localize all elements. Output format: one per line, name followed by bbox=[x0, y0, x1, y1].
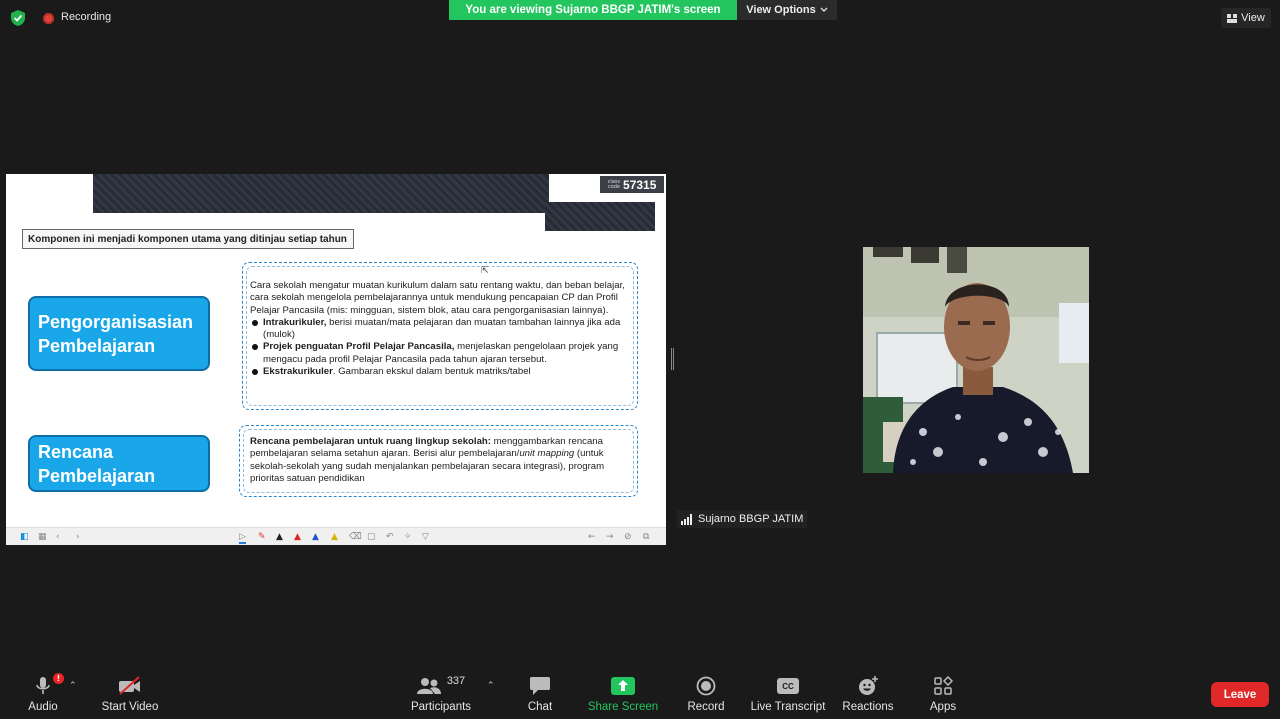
comment-icon[interactable]: ▢ bbox=[367, 532, 376, 542]
security-shield-icon[interactable] bbox=[9, 9, 27, 27]
participants-button[interactable]: 337 Participants bbox=[410, 674, 472, 716]
view-options-label: View Options bbox=[746, 4, 816, 16]
audio-button[interactable]: ! Audio bbox=[26, 673, 64, 716]
section1-description-box: Cara sekolah mengatur muatan kurikulum d… bbox=[242, 262, 638, 410]
audio-label: Audio bbox=[28, 701, 58, 713]
app-logo-icon[interactable]: ◧ bbox=[20, 532, 29, 542]
chevron-down-icon bbox=[820, 7, 828, 12]
section2-title-line2: Pembelajaran bbox=[38, 465, 156, 486]
section2-description-box: Rencana pembelajaran untuk ruang lingkup… bbox=[239, 425, 638, 497]
bullet-projek: Projek penguatan Profil Pelajar Pancasil… bbox=[250, 341, 631, 366]
viewing-banner-text: You are viewing Sujarno BBGP JATIM's scr… bbox=[465, 4, 721, 16]
bullet-intrakurikuler: Intrakurikuler, berisi muatan/mata pelaj… bbox=[250, 317, 631, 342]
section1-title-line2: Pembelajaran bbox=[38, 335, 156, 356]
signal-strength-icon bbox=[681, 513, 692, 525]
view-button[interactable]: View bbox=[1221, 8, 1271, 28]
section-title-rencana: Rencana Pembelajaran bbox=[28, 435, 210, 492]
bullet-ekstrakurikuler: Ekstrakurikuler. Gambaran ekskul dalam b… bbox=[250, 366, 631, 378]
view-label: View bbox=[1241, 12, 1265, 24]
class-code-number: 57315 bbox=[623, 177, 657, 192]
start-video-button[interactable]: Start Video bbox=[100, 674, 160, 716]
reactions-label: Reactions bbox=[842, 701, 894, 713]
viewing-screen-banner: You are viewing Sujarno BBGP JATIM's scr… bbox=[449, 0, 737, 20]
prev-icon[interactable]: ‹ bbox=[56, 532, 60, 542]
shared-screen-slide: class code 57315 Komponen ini menjadi kom… bbox=[6, 174, 666, 545]
participant-video bbox=[863, 247, 1089, 473]
audio-warning-badge: ! bbox=[53, 673, 64, 684]
chat-button[interactable]: Chat bbox=[524, 674, 556, 716]
slide-header-band bbox=[93, 174, 549, 213]
section-title-pengorganisasian: Pengorganisasian Pembelajaran bbox=[28, 296, 210, 371]
presentation-toolbar: ◧ ▦ ‹ › ▷ ✎ ▲ ▲ ▲ ▲ ⌫ ▢ ↶ ✧ ▽ ← → ⊘ ⧉ bbox=[6, 527, 666, 545]
class-code-badge: class code 57315 bbox=[600, 176, 664, 193]
pen-black-icon[interactable]: ▲ bbox=[276, 532, 283, 542]
record-icon bbox=[696, 676, 716, 696]
closed-caption-icon: CC bbox=[777, 678, 799, 694]
apps-icon bbox=[934, 676, 953, 695]
toolbar-prev-icon[interactable]: ← bbox=[588, 532, 596, 542]
slide-note-box: Komponen ini menjadi komponen utama yang… bbox=[22, 229, 354, 249]
microphone-icon bbox=[36, 677, 50, 694]
grid-icon[interactable]: ▦ bbox=[38, 532, 47, 542]
participant-name: Sujarno BBGP JATIM bbox=[698, 513, 804, 525]
highlighter-icon[interactable]: ▲ bbox=[331, 532, 338, 542]
participants-count: 337 bbox=[446, 675, 466, 687]
live-transcript-label: Live Transcript bbox=[750, 701, 826, 713]
reactions-button[interactable]: Reactions bbox=[842, 674, 894, 716]
chat-icon bbox=[530, 677, 550, 695]
recording-icon bbox=[43, 13, 54, 24]
audio-options-caret-icon[interactable]: ⌃ bbox=[69, 681, 77, 691]
start-video-label: Start Video bbox=[101, 701, 159, 713]
recording-label: Recording bbox=[61, 11, 112, 23]
slide-header-band-2 bbox=[545, 202, 655, 231]
exit-icon[interactable]: ⧉ bbox=[643, 532, 649, 542]
undo-icon[interactable]: ↶ bbox=[386, 532, 394, 542]
grid-view-icon bbox=[1227, 13, 1238, 23]
participants-caret-icon[interactable]: ⌃ bbox=[487, 681, 495, 691]
participants-icon bbox=[416, 678, 441, 694]
live-transcript-button[interactable]: CC Live Transcript bbox=[751, 674, 825, 716]
next-icon[interactable]: › bbox=[76, 532, 80, 542]
pointer-tool-icon[interactable]: ▷ bbox=[239, 532, 246, 544]
participants-label: Participants bbox=[410, 701, 472, 713]
leave-button[interactable]: Leave bbox=[1211, 682, 1269, 707]
eraser-icon[interactable]: ⌫ bbox=[349, 532, 362, 542]
filter-icon[interactable]: ▽ bbox=[422, 532, 429, 542]
record-button[interactable]: Record bbox=[686, 674, 726, 716]
share-screen-label: Share Screen bbox=[587, 701, 659, 713]
leave-label: Leave bbox=[1223, 688, 1257, 701]
apps-button[interactable]: Apps bbox=[927, 674, 959, 716]
laser-icon[interactable]: ✎ bbox=[258, 532, 266, 542]
hide-icon[interactable]: ⊘ bbox=[624, 532, 632, 542]
video-off-icon bbox=[119, 676, 140, 695]
section1-title-line1: Pengorganisasian bbox=[38, 311, 194, 332]
slide-note-text: Komponen ini menjadi komponen utama yang… bbox=[28, 233, 347, 245]
toolbar-next-icon[interactable]: → bbox=[606, 532, 614, 542]
share-screen-icon bbox=[611, 677, 635, 695]
participant-name-tag: Sujarno BBGP JATIM bbox=[677, 510, 808, 528]
section2-title-line1: Rencana bbox=[38, 441, 114, 462]
clear-icon[interactable]: ✧ bbox=[404, 532, 412, 542]
view-options-button[interactable]: View Options bbox=[737, 0, 837, 20]
inner-dashed-border-2 bbox=[243, 429, 634, 493]
class-code-label: class code bbox=[607, 178, 621, 190]
mouse-cursor-icon: ⇱ bbox=[481, 266, 489, 276]
apps-label: Apps bbox=[929, 701, 957, 713]
split-view-divider[interactable] bbox=[671, 348, 674, 370]
pen-red-icon[interactable]: ▲ bbox=[294, 532, 301, 542]
pen-blue-icon[interactable]: ▲ bbox=[312, 532, 319, 542]
chat-label: Chat bbox=[527, 701, 553, 713]
reactions-icon bbox=[859, 676, 878, 695]
share-screen-button[interactable]: Share Screen bbox=[588, 674, 658, 716]
record-label: Record bbox=[687, 701, 725, 713]
